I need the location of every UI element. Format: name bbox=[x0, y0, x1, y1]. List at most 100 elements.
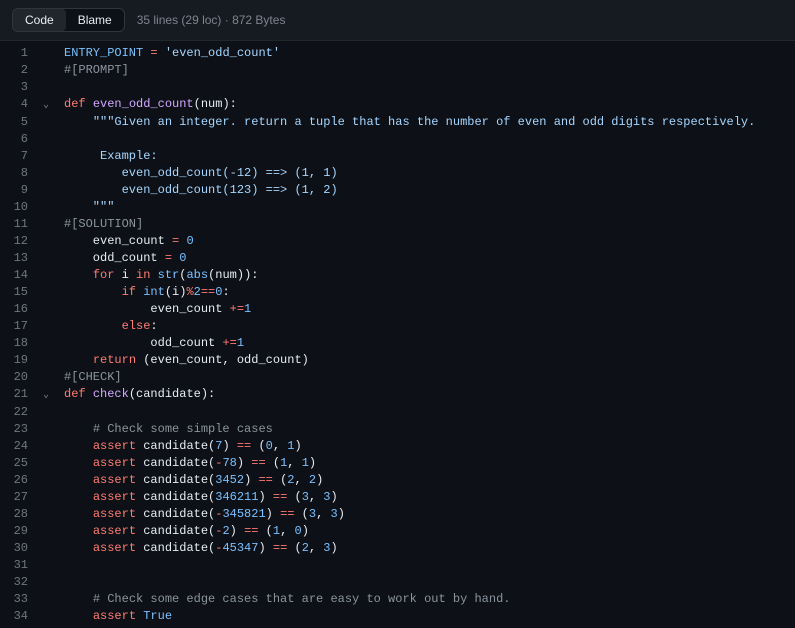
line-number[interactable]: 30 bbox=[0, 540, 36, 557]
fold-gutter[interactable]: ⌄ bbox=[36, 386, 56, 404]
code-content[interactable]: #[SOLUTION] bbox=[56, 216, 795, 233]
code-line: 25 assert candidate(-78) == (1, 1) bbox=[0, 455, 795, 472]
code-content[interactable]: # Check some edge cases that are easy to… bbox=[56, 591, 795, 608]
code-content[interactable]: for i in str(abs(num)): bbox=[56, 267, 795, 284]
line-number[interactable]: 6 bbox=[0, 131, 36, 148]
code-content[interactable]: def even_odd_count(num): bbox=[56, 96, 795, 113]
line-number[interactable]: 13 bbox=[0, 250, 36, 267]
code-content[interactable]: assert candidate(-345821) == (3, 3) bbox=[56, 506, 795, 523]
line-number[interactable]: 31 bbox=[0, 557, 36, 574]
line-number[interactable]: 34 bbox=[0, 608, 36, 625]
code-content[interactable]: assert candidate(3452) == (2, 2) bbox=[56, 472, 795, 489]
code-line: 16 even_count +=1 bbox=[0, 301, 795, 318]
line-number[interactable]: 17 bbox=[0, 318, 36, 335]
line-number[interactable]: 22 bbox=[0, 404, 36, 421]
code-line: 11 #[SOLUTION] bbox=[0, 216, 795, 233]
line-number[interactable]: 3 bbox=[0, 79, 36, 96]
code-content[interactable]: """ bbox=[56, 199, 795, 216]
code-line: 4 ⌄ def even_odd_count(num): bbox=[0, 96, 795, 114]
line-number[interactable]: 21 bbox=[0, 386, 36, 403]
line-number[interactable]: 16 bbox=[0, 301, 36, 318]
code-line: 3 bbox=[0, 79, 795, 96]
code-content[interactable]: even_odd_count(-12) ==> (1, 1) bbox=[56, 165, 795, 182]
code-line: 5 """Given an integer. return a tuple th… bbox=[0, 114, 795, 131]
code-area: 1 ENTRY_POINT = 'even_odd_count' 2 #[PROMPT… bbox=[0, 41, 795, 625]
line-number[interactable]: 33 bbox=[0, 591, 36, 608]
code-content[interactable]: assert candidate(-45347) == (2, 3) bbox=[56, 540, 795, 557]
chevron-down-icon[interactable]: ⌄ bbox=[43, 387, 49, 404]
line-number[interactable]: 7 bbox=[0, 148, 36, 165]
code-content[interactable]: assert candidate(-78) == (1, 1) bbox=[56, 455, 795, 472]
line-number[interactable]: 11 bbox=[0, 216, 36, 233]
code-line: 31 bbox=[0, 557, 795, 574]
code-content[interactable]: Example: bbox=[56, 148, 795, 165]
code-content[interactable]: odd_count +=1 bbox=[56, 335, 795, 352]
code-line: 14 for i in str(abs(num)): bbox=[0, 267, 795, 284]
file-meta: 35 lines (29 loc) · 872 Bytes bbox=[137, 13, 286, 27]
code-content[interactable]: #[CHECK] bbox=[56, 369, 795, 386]
code-content[interactable]: odd_count = 0 bbox=[56, 250, 795, 267]
code-line: 29 assert candidate(-2) == (1, 0) bbox=[0, 523, 795, 540]
code-content[interactable]: ENTRY_POINT = 'even_odd_count' bbox=[56, 45, 795, 62]
code-line: 12 even_count = 0 bbox=[0, 233, 795, 250]
line-number[interactable]: 5 bbox=[0, 114, 36, 131]
line-number[interactable]: 28 bbox=[0, 506, 36, 523]
line-number[interactable]: 8 bbox=[0, 165, 36, 182]
code-content[interactable]: if int(i)%2==0: bbox=[56, 284, 795, 301]
line-number[interactable]: 14 bbox=[0, 267, 36, 284]
code-line: 8 even_odd_count(-12) ==> (1, 1) bbox=[0, 165, 795, 182]
code-line: 34 assert True bbox=[0, 608, 795, 625]
code-content[interactable]: # Check some simple cases bbox=[56, 421, 795, 438]
chevron-down-icon[interactable]: ⌄ bbox=[43, 97, 49, 114]
code-content[interactable]: def check(candidate): bbox=[56, 386, 795, 403]
code-line: 18 odd_count +=1 bbox=[0, 335, 795, 352]
code-content[interactable]: even_count = 0 bbox=[56, 233, 795, 250]
line-number[interactable]: 25 bbox=[0, 455, 36, 472]
code-content[interactable]: assert candidate(-2) == (1, 0) bbox=[56, 523, 795, 540]
tab-code[interactable]: Code bbox=[13, 9, 66, 31]
code-line: 26 assert candidate(3452) == (2, 2) bbox=[0, 472, 795, 489]
line-number[interactable]: 4 bbox=[0, 96, 36, 113]
line-number[interactable]: 9 bbox=[0, 182, 36, 199]
line-number[interactable]: 10 bbox=[0, 199, 36, 216]
line-number[interactable]: 1 bbox=[0, 45, 36, 62]
code-line: 7 Example: bbox=[0, 148, 795, 165]
fold-gutter[interactable]: ⌄ bbox=[36, 96, 56, 114]
code-content[interactable]: assert True bbox=[56, 608, 795, 625]
code-line: 22 bbox=[0, 404, 795, 421]
view-tabs: Code Blame bbox=[12, 8, 125, 32]
code-content[interactable]: #[PROMPT] bbox=[56, 62, 795, 79]
line-number[interactable]: 2 bbox=[0, 62, 36, 79]
code-content[interactable]: even_odd_count(123) ==> (1, 2) bbox=[56, 182, 795, 199]
code-line: 10 """ bbox=[0, 199, 795, 216]
line-number[interactable]: 19 bbox=[0, 352, 36, 369]
line-number[interactable]: 18 bbox=[0, 335, 36, 352]
code-line: 17 else: bbox=[0, 318, 795, 335]
file-header: Code Blame 35 lines (29 loc) · 872 Bytes bbox=[0, 0, 795, 41]
code-line: 24 assert candidate(7) == (0, 1) bbox=[0, 438, 795, 455]
line-number[interactable]: 24 bbox=[0, 438, 36, 455]
line-number[interactable]: 29 bbox=[0, 523, 36, 540]
line-number[interactable]: 12 bbox=[0, 233, 36, 250]
code-content[interactable]: assert candidate(7) == (0, 1) bbox=[56, 438, 795, 455]
code-content[interactable]: return (even_count, odd_count) bbox=[56, 352, 795, 369]
line-number[interactable]: 26 bbox=[0, 472, 36, 489]
tab-blame[interactable]: Blame bbox=[66, 9, 124, 31]
line-number[interactable]: 15 bbox=[0, 284, 36, 301]
code-content[interactable]: """Given an integer. return a tuple that… bbox=[56, 114, 795, 131]
line-number[interactable]: 20 bbox=[0, 369, 36, 386]
code-line: 23 # Check some simple cases bbox=[0, 421, 795, 438]
code-content[interactable]: else: bbox=[56, 318, 795, 335]
code-line: 21 ⌄ def check(candidate): bbox=[0, 386, 795, 404]
line-number[interactable]: 32 bbox=[0, 574, 36, 591]
code-line: 32 bbox=[0, 574, 795, 591]
code-line: 15 if int(i)%2==0: bbox=[0, 284, 795, 301]
code-line: 2 #[PROMPT] bbox=[0, 62, 795, 79]
code-line: 13 odd_count = 0 bbox=[0, 250, 795, 267]
code-content[interactable]: even_count +=1 bbox=[56, 301, 795, 318]
code-content[interactable]: assert candidate(346211) == (3, 3) bbox=[56, 489, 795, 506]
line-number[interactable]: 27 bbox=[0, 489, 36, 506]
line-number[interactable]: 23 bbox=[0, 421, 36, 438]
code-line: 27 assert candidate(346211) == (3, 3) bbox=[0, 489, 795, 506]
code-line: 30 assert candidate(-45347) == (2, 3) bbox=[0, 540, 795, 557]
